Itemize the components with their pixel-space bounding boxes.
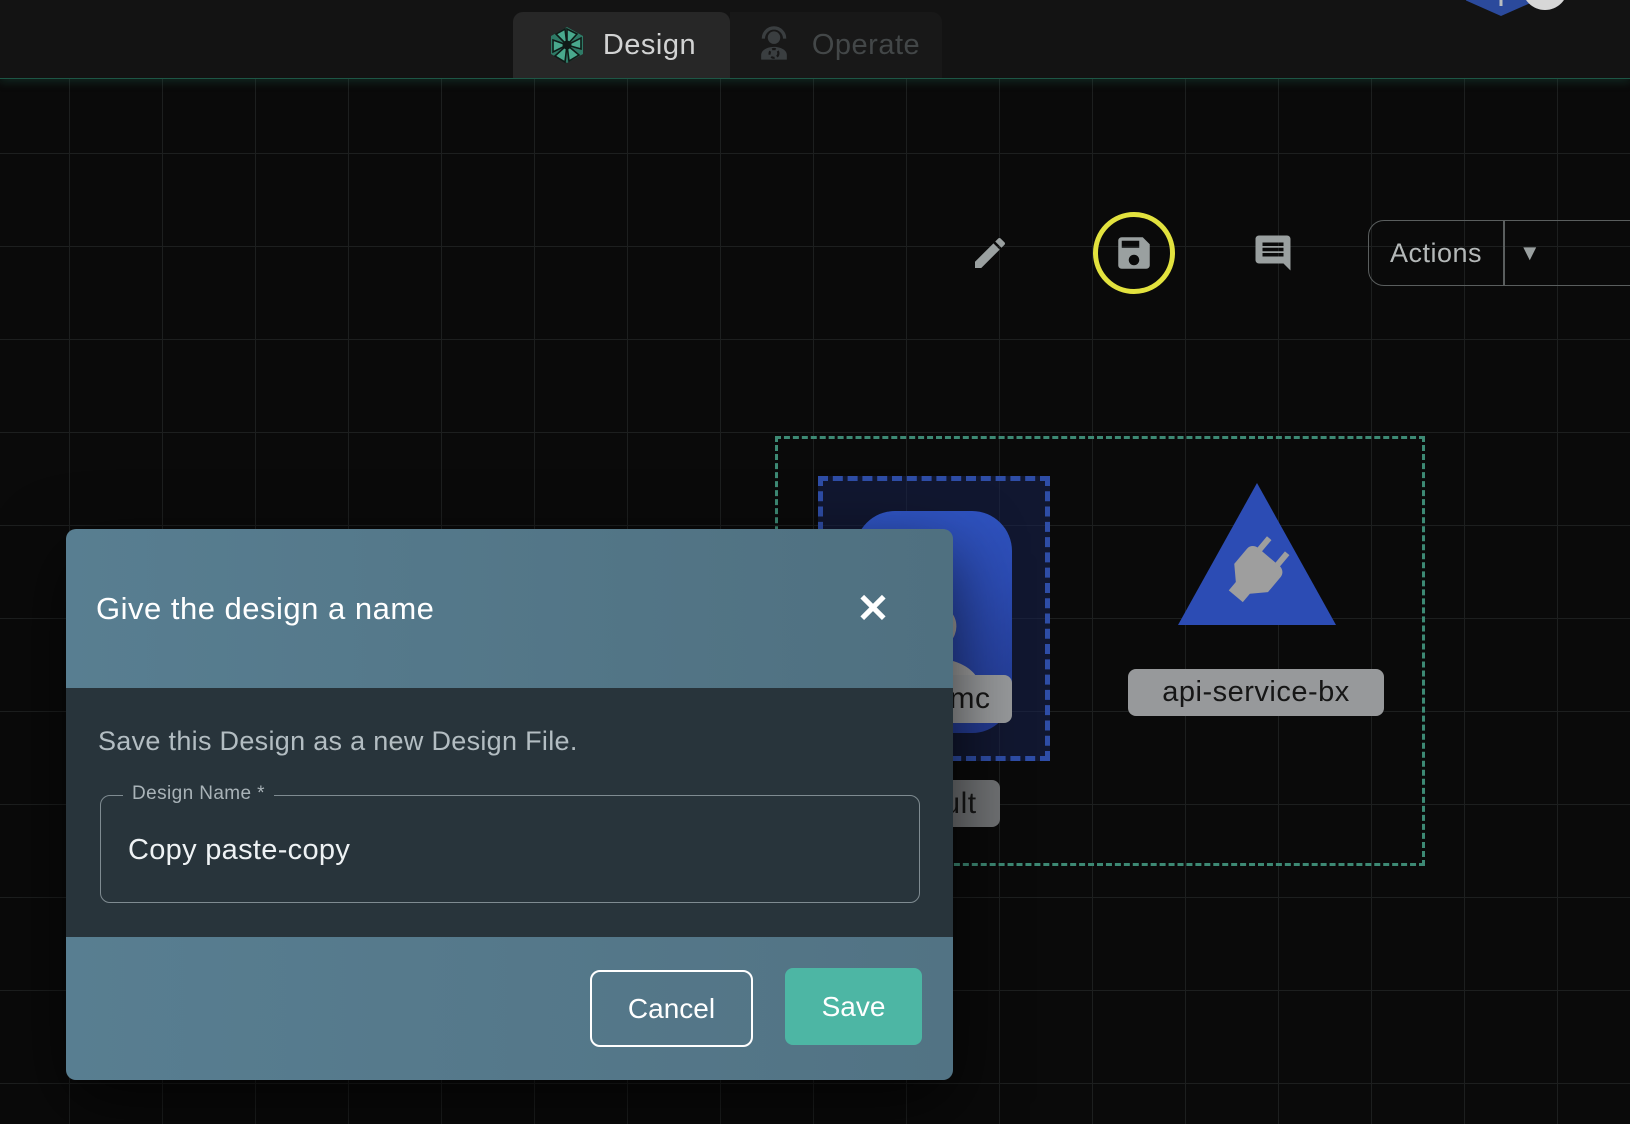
meshery-logo-icon bbox=[547, 25, 587, 65]
operator-headset-icon bbox=[752, 23, 796, 67]
tab-operate-label: Operate bbox=[812, 29, 920, 62]
actions-button[interactable]: Actions ▼ bbox=[1368, 220, 1630, 286]
tab-design[interactable]: Design bbox=[513, 12, 730, 78]
edit-pencil-icon[interactable] bbox=[965, 228, 1015, 278]
api-service-label: api-service-bx bbox=[1128, 669, 1384, 716]
actions-button-label[interactable]: Actions bbox=[1369, 221, 1503, 285]
top-bar: Design Operate bbox=[0, 0, 1630, 78]
tab-operate[interactable]: Operate bbox=[730, 12, 942, 78]
modal-header: Give the design a name ✕ bbox=[66, 529, 953, 688]
modal-description: Save this Design as a new Design File. bbox=[98, 726, 578, 757]
design-name-input-value[interactable]: Copy paste-copy bbox=[128, 796, 350, 904]
cancel-button[interactable]: Cancel bbox=[590, 970, 753, 1047]
close-icon[interactable]: ✕ bbox=[849, 585, 897, 633]
design-name-input[interactable]: Design Name * Copy paste-copy bbox=[100, 795, 920, 903]
chevron-down-icon[interactable]: ▼ bbox=[1505, 221, 1630, 285]
tab-design-label: Design bbox=[603, 29, 696, 62]
save-floppy-icon[interactable] bbox=[1113, 232, 1155, 274]
modal-body: Save this Design as a new Design File. D… bbox=[66, 688, 953, 937]
save-button[interactable]: Save bbox=[785, 968, 922, 1045]
modal-footer: Cancel Save bbox=[66, 937, 953, 1080]
comment-icon[interactable] bbox=[1248, 228, 1298, 278]
save-highlight-ring[interactable] bbox=[1093, 212, 1175, 294]
modal-title: Give the design a name bbox=[96, 591, 434, 627]
save-design-modal: Give the design a name ✕ Save this Desig… bbox=[66, 529, 953, 1080]
